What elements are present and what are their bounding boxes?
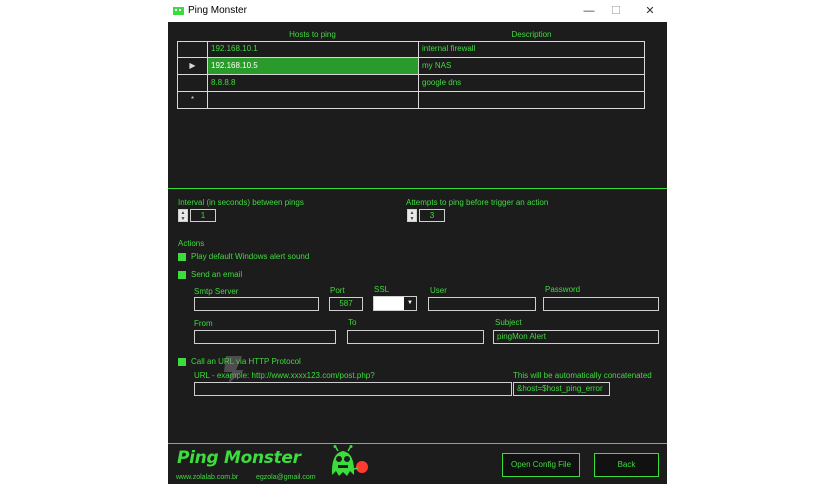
watermark-logo: [224, 356, 244, 384]
column-header-description[interactable]: Description: [418, 28, 645, 41]
open-config-button[interactable]: Open Config File: [502, 453, 580, 477]
send-email-label[interactable]: Send an email: [191, 270, 242, 279]
smtp-server-input[interactable]: [194, 297, 319, 311]
from-label: From: [194, 319, 213, 328]
description-cell[interactable]: google dns: [418, 75, 645, 92]
attempts-label: Attempts to ping before trigger an actio…: [406, 198, 549, 207]
call-url-checkbox[interactable]: [178, 358, 186, 366]
play-sound-label[interactable]: Play default Windows alert sound: [191, 252, 309, 261]
footer-divider: [168, 443, 667, 444]
host-cell[interactable]: 8.8.8.8: [207, 75, 418, 92]
interval-stepper[interactable]: ▲ ▼ 1: [178, 209, 216, 222]
port-input[interactable]: 587: [329, 297, 363, 311]
table-row[interactable]: ▶ 192.168.10.5 my NAS: [177, 58, 645, 75]
window-title: Ping Monster: [188, 5, 247, 16]
maximize-button[interactable]: ☐: [601, 2, 631, 20]
smtp-label: Smtp Server: [194, 287, 239, 296]
host-cell[interactable]: 192.168.10.1: [207, 41, 418, 58]
row-selector[interactable]: ▶: [177, 58, 207, 75]
interval-value[interactable]: 1: [190, 209, 216, 222]
ssl-select[interactable]: ▼: [373, 296, 417, 311]
actions-label: Actions: [178, 239, 205, 248]
row-selector[interactable]: *: [177, 92, 207, 109]
email-link[interactable]: egzola@gmail.com: [256, 474, 316, 481]
user-input[interactable]: [428, 297, 536, 311]
new-row[interactable]: *: [177, 92, 645, 109]
monster-mascot-icon: [331, 445, 368, 476]
stepper-arrows-icon[interactable]: ▲ ▼: [407, 209, 417, 222]
column-header-hosts[interactable]: Hosts to ping: [207, 28, 418, 41]
description-cell[interactable]: internal firewall: [418, 41, 645, 58]
website-link[interactable]: www.zolalab.com.br: [176, 474, 238, 481]
grid-border: [177, 41, 645, 42]
play-sound-checkbox[interactable]: [178, 253, 186, 261]
interval-label: Interval (in seconds) between pings: [178, 198, 304, 207]
ssl-label: SSL: [374, 285, 390, 294]
attempts-value[interactable]: 3: [419, 209, 445, 222]
description-cell[interactable]: my NAS: [418, 58, 645, 75]
send-email-checkbox[interactable]: [178, 271, 186, 279]
concat-label: This will be automatically concatenated: [513, 371, 652, 380]
close-button[interactable]: ✕: [635, 2, 665, 20]
password-input[interactable]: [543, 297, 659, 311]
subject-label: Subject: [495, 318, 522, 327]
user-label: User: [430, 286, 447, 295]
to-input[interactable]: [347, 330, 484, 344]
from-input[interactable]: [194, 330, 336, 344]
app-logo-text: Ping Monster: [177, 448, 301, 468]
row-selector[interactable]: [177, 75, 207, 92]
description-cell[interactable]: [418, 92, 645, 109]
host-cell[interactable]: 192.168.10.5: [207, 58, 418, 75]
table-row[interactable]: 192.168.10.1 internal firewall: [177, 41, 645, 58]
back-button[interactable]: Back: [594, 453, 659, 477]
minimize-button[interactable]: —: [574, 2, 604, 20]
app-window: Ping Monster — ☐ ✕ Hosts to ping Descrip…: [168, 0, 667, 484]
chevron-down-icon[interactable]: ▼: [404, 297, 416, 310]
attempts-stepper[interactable]: ▲ ▼ 3: [407, 209, 445, 222]
subject-input[interactable]: pingMon Alert: [493, 330, 659, 344]
port-label: Port: [330, 286, 345, 295]
password-label: Password: [545, 285, 581, 294]
table-row[interactable]: 8.8.8.8 google dns: [177, 75, 645, 92]
concat-input[interactable]: &host=$host_ping_error: [513, 382, 610, 396]
title-bar: Ping Monster — ☐ ✕: [168, 0, 667, 22]
section-divider: [168, 188, 667, 189]
stepper-arrows-icon[interactable]: ▲ ▼: [178, 209, 188, 222]
to-label: To: [348, 318, 357, 327]
row-selector[interactable]: [177, 41, 207, 58]
host-cell[interactable]: [207, 92, 418, 109]
app-icon: [173, 7, 184, 15]
